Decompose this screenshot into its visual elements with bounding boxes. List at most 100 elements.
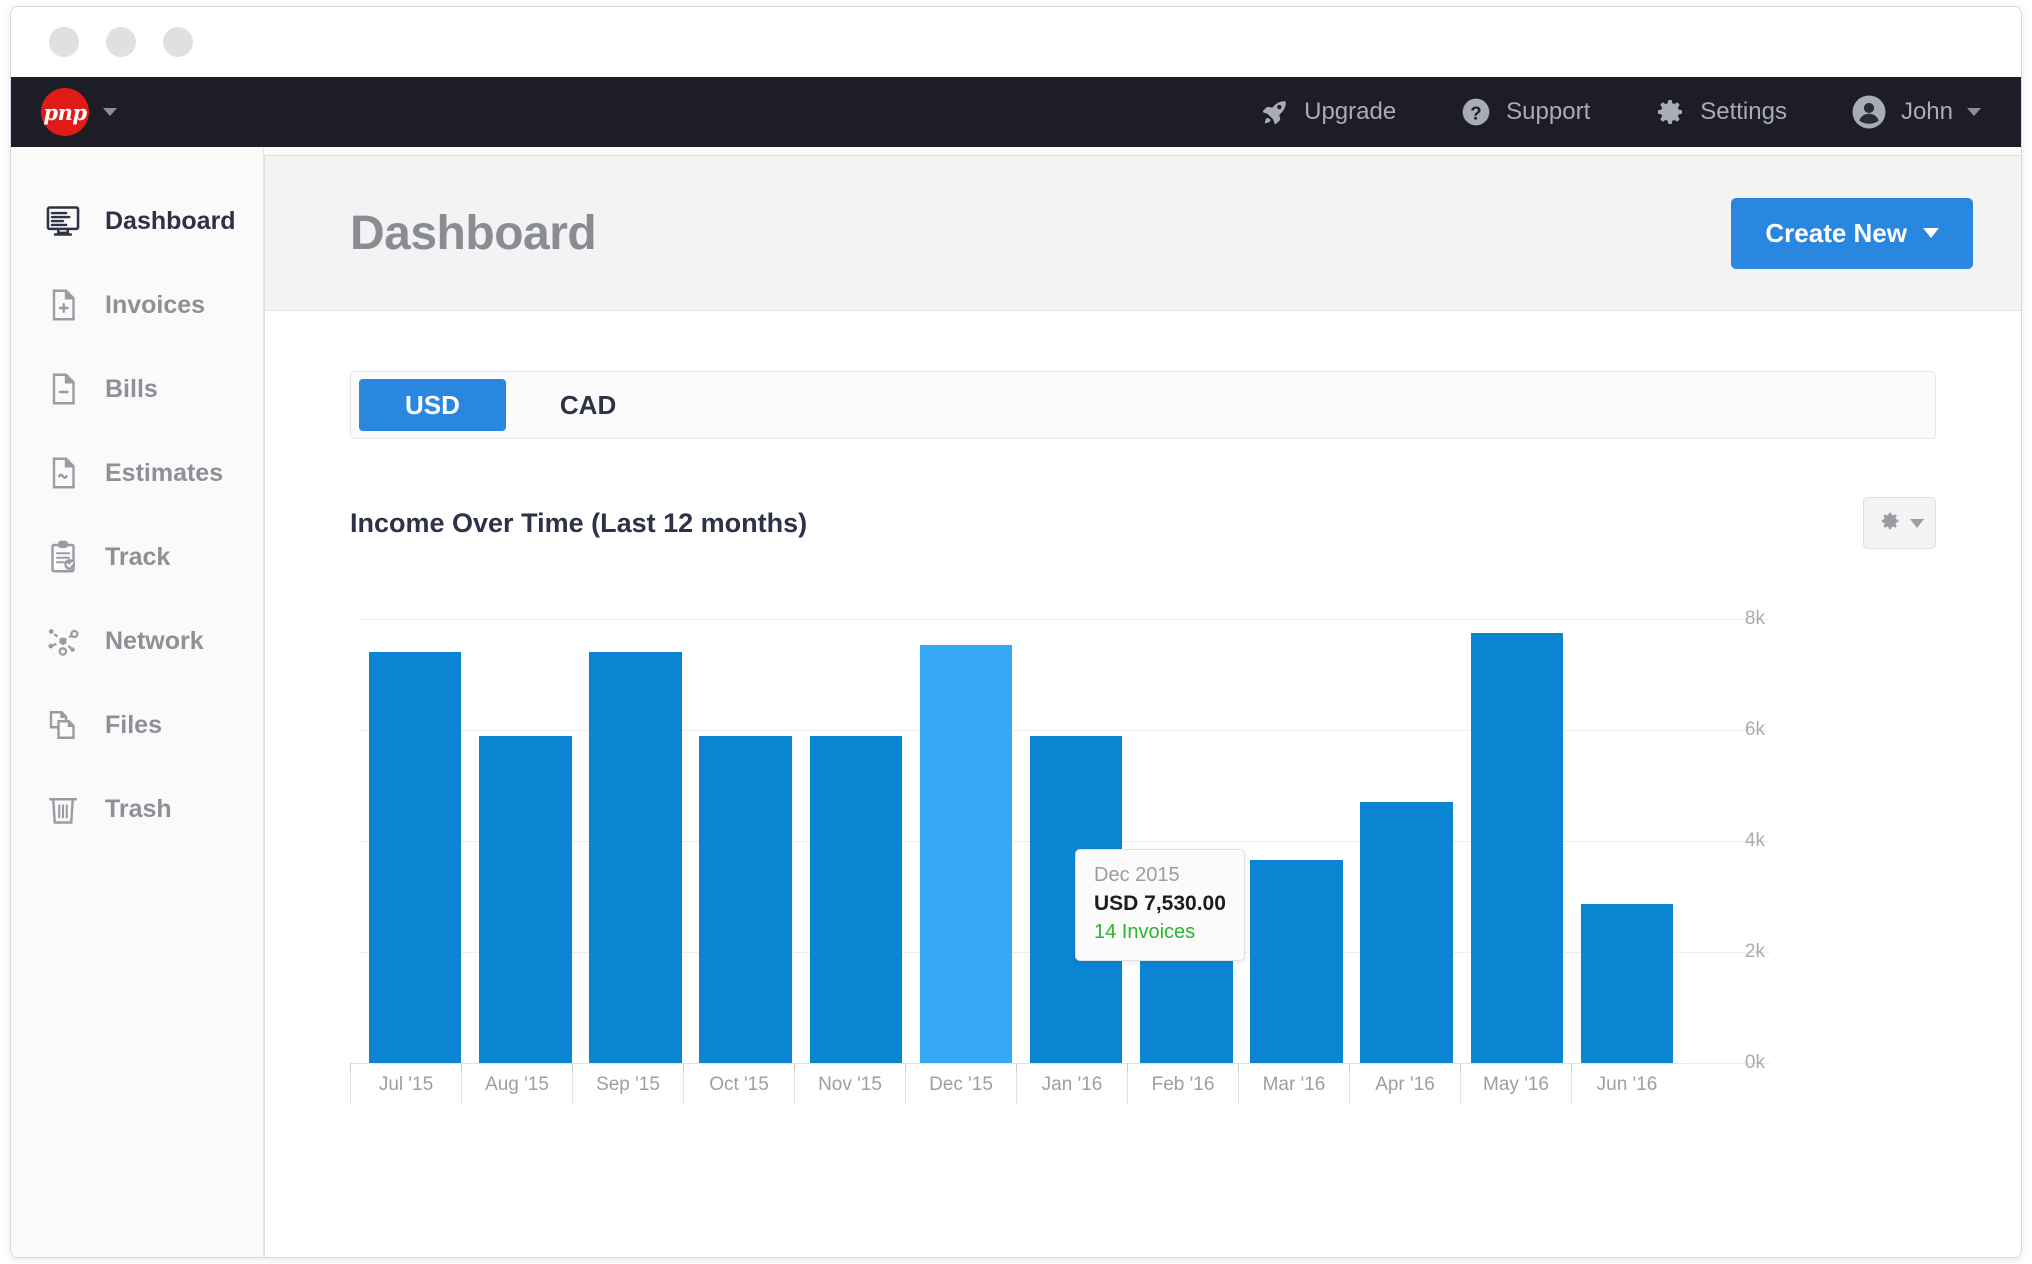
sidebar-item-files[interactable]: Files (11, 683, 263, 767)
chart-bar[interactable] (589, 652, 682, 1063)
rocket-icon (1260, 97, 1290, 127)
sidebar-item-label: Trash (105, 794, 172, 823)
bar-cell[interactable] (1131, 619, 1241, 1063)
user-avatar-icon (1851, 94, 1887, 130)
chart-bar[interactable] (368, 652, 462, 1063)
nav-item-support[interactable]: ? Support (1428, 77, 1622, 147)
chart-bar[interactable] (1470, 632, 1564, 1063)
x-axis-tick-label: Jan '16 (1016, 1063, 1127, 1105)
tab-cad[interactable]: CAD (514, 379, 662, 431)
create-new-button[interactable]: Create New (1731, 197, 1973, 269)
nav-item-label: Settings (1700, 98, 1787, 125)
bar-cell[interactable] (360, 619, 470, 1063)
question-circle-icon: ? (1460, 96, 1492, 128)
sidebar-item-label: Files (105, 710, 162, 739)
nav-item-label: John (1900, 98, 1953, 125)
sidebar-item-dashboard[interactable]: Dashboard (11, 179, 263, 263)
app-window: pnp Upgrade ? Support Settings John Dash… (10, 6, 2022, 1258)
sidebar-item-track[interactable]: Track (11, 515, 263, 599)
chart-plot-area: 0k 2k 4k 6k 8k (360, 608, 1770, 1073)
sidebar-item-label: Invoices (105, 290, 206, 319)
sidebar-item-label: Dashboard (105, 206, 236, 235)
chevron-down-icon (1923, 228, 1939, 238)
bar-cell[interactable] (691, 619, 801, 1063)
chart-bars (360, 619, 1682, 1063)
chart-tooltip: Dec 2015 USD 7,530.00 14 Invoices (1075, 849, 1245, 961)
y-axis-tick-label: 8k (1744, 608, 1765, 629)
bar-cell[interactable] (470, 619, 580, 1063)
page-title: Dashboard (350, 206, 597, 260)
chevron-down-icon (1967, 108, 1981, 116)
x-axis-tick-label: Mar '16 (1238, 1063, 1349, 1105)
bar-cell[interactable] (580, 619, 690, 1063)
chart-header: Income Over Time (Last 12 months) (350, 497, 1936, 549)
nav-item-label: Support (1506, 98, 1591, 125)
bar-cell[interactable] (911, 619, 1021, 1063)
caret-down-icon (1909, 518, 1924, 528)
sidebar-item-trash[interactable]: Trash (11, 767, 263, 851)
tab-usd[interactable]: USD (359, 379, 506, 431)
x-axis-tick-label: Aug '15 (461, 1063, 572, 1105)
main-content-panel: Dashboard Create New USD CAD Income Over… (264, 155, 2021, 1257)
sidebar-item-label: Bills (105, 374, 158, 403)
bar-cell[interactable] (1021, 619, 1131, 1063)
nav-item-user-menu[interactable]: John (1819, 77, 2021, 147)
bar-cell[interactable] (801, 619, 911, 1063)
chart-bar[interactable] (1250, 860, 1343, 1063)
top-nav-actions: Upgrade ? Support Settings John (1228, 77, 2021, 147)
tooltip-amount: USD 7,530.00 (1094, 892, 1226, 915)
close-window-button[interactable] (49, 27, 79, 57)
currency-tab-group: USD CAD (350, 371, 1936, 439)
sidebar-item-invoices[interactable]: Invoices (11, 263, 263, 347)
chart-x-axis: Jul '15 Aug '15 Sep '15 Oct '15 Nov '15 Dec '… (350, 1063, 1682, 1105)
tooltip-date: Dec 2015 (1094, 864, 1180, 886)
dashboard-content: USD CAD Income Over Time (Last 12 months… (265, 311, 2021, 1105)
document-plus-icon (43, 287, 83, 323)
chart-bar[interactable] (919, 645, 1013, 1063)
x-axis-tick-label: Apr '16 (1349, 1063, 1460, 1105)
chart-bar[interactable] (809, 735, 903, 1063)
y-axis-tick-label: 4k (1744, 830, 1765, 851)
x-axis-tick-label: Sep '15 (572, 1063, 683, 1105)
app-body: Dashboard Invoices Bills Estimates Track… (11, 147, 2021, 1257)
network-nodes-icon (43, 622, 83, 660)
monitor-icon (43, 202, 83, 240)
tooltip-invoice-count: 14 Invoices (1094, 921, 1196, 943)
document-wave-icon (43, 455, 83, 491)
bar-cell[interactable] (1241, 619, 1351, 1063)
nav-item-upgrade[interactable]: Upgrade (1228, 77, 1428, 147)
bar-cell[interactable] (1572, 619, 1682, 1063)
chart-title: Income Over Time (Last 12 months) (350, 507, 808, 538)
trash-can-icon (43, 791, 83, 827)
gear-icon (1654, 96, 1686, 128)
sidebar-item-label: Track (105, 542, 171, 571)
sidebar-item-estimates[interactable]: Estimates (11, 431, 263, 515)
clipboard-check-icon (43, 539, 83, 575)
brand-menu[interactable]: pnp (11, 77, 147, 147)
income-bar-chart: 0k 2k 4k 6k 8k Jul '15 Aug '15 Sep '15 Oct '15 N… (350, 605, 1770, 1105)
chart-bar[interactable] (1580, 904, 1674, 1063)
chart-bar[interactable] (478, 735, 572, 1063)
bar-cell[interactable] (1462, 619, 1572, 1063)
x-axis-tick-label: Jun '16 (1571, 1063, 1682, 1105)
document-minus-icon (43, 371, 83, 407)
chart-bar[interactable] (1360, 802, 1453, 1063)
bar-cell[interactable] (1352, 619, 1462, 1063)
files-stack-icon (43, 707, 83, 743)
nav-item-label: Upgrade (1304, 98, 1397, 125)
window-titlebar (11, 7, 2021, 77)
nav-item-settings[interactable]: Settings (1622, 77, 1819, 147)
x-axis-tick-label: Dec '15 (905, 1063, 1016, 1105)
sidebar-item-network[interactable]: Network (11, 599, 263, 683)
chart-options-button[interactable] (1863, 497, 1936, 549)
top-navigation-bar: pnp Upgrade ? Support Settings John (11, 77, 2021, 147)
maximize-window-button[interactable] (163, 27, 193, 57)
sidebar-item-bills[interactable]: Bills (11, 347, 263, 431)
minimize-window-button[interactable] (106, 27, 136, 57)
gear-icon (1876, 508, 1902, 539)
page-header: Dashboard Create New (265, 156, 2021, 311)
chevron-down-icon (103, 108, 117, 116)
sidebar-item-label: Network (105, 626, 204, 655)
chart-bar[interactable] (699, 735, 792, 1063)
x-axis-tick-label: Nov '15 (794, 1063, 905, 1105)
